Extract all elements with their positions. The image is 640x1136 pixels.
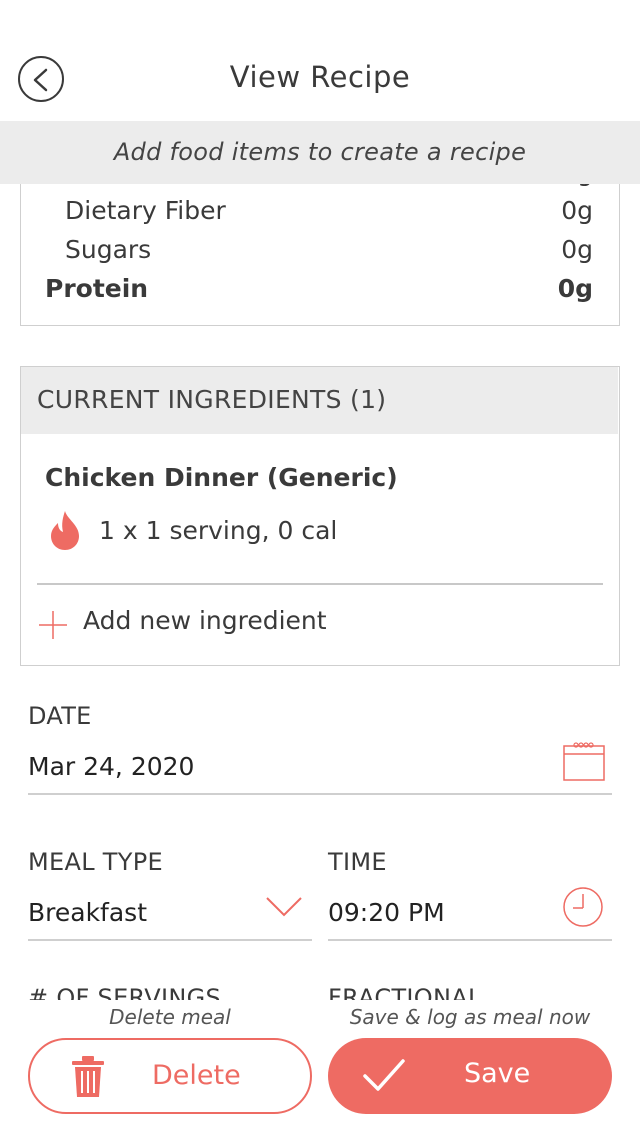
time-label: TIME [328,848,387,876]
nutrition-row-dietary-fiber: Dietary Fiber 0g [21,196,619,234]
delete-caption: Delete meal [109,1005,231,1029]
ingredient-name[interactable]: Chicken Dinner (Generic) [45,463,398,492]
flame-icon [51,511,79,550]
save-button-label: Save [464,1058,531,1089]
nutrition-value: 0g [561,235,593,264]
nutrition-label: Protein [45,274,149,303]
nutrition-row-protein: Protein 0g [21,274,619,312]
save-caption: Save & log as meal now [349,1005,591,1029]
date-field[interactable]: Mar 24, 2020 [28,752,194,781]
date-underline [28,793,612,795]
chevron-down-icon[interactable] [264,894,304,920]
ingredient-detail: 1 x 1 serving, 0 cal [99,516,338,545]
delete-button-label: Delete [152,1060,241,1091]
page-title: View Recipe [229,60,411,94]
date-label: DATE [28,702,92,730]
time-field[interactable]: 09:20 PM [328,898,445,927]
nutrition-row-clipped: 0g [21,184,619,196]
nutrition-value: 0g [561,184,593,187]
trash-icon [72,1056,104,1097]
checkmark-icon [363,1059,405,1091]
plus-icon[interactable] [37,609,69,641]
nutrition-value: 0g [561,196,593,225]
ingredients-header: CURRENT INGREDIENTS (1) [21,367,618,434]
time-underline [328,939,612,941]
meal-type-select[interactable]: Breakfast [28,898,147,927]
divider [37,583,603,585]
nutrition-facts-card: 0g Dietary Fiber 0g Sugars 0g Protein 0g [20,184,620,326]
nutrition-label: Sugars [65,235,152,264]
ingredients-header-label: CURRENT INGREDIENTS (1) [37,385,387,414]
calendar-icon[interactable] [562,740,606,782]
meal-type-label: MEAL TYPE [28,848,163,876]
add-ingredient-button[interactable]: Add new ingredient [83,606,327,635]
save-button[interactable]: Save [328,1038,612,1114]
info-banner: Add food items to create a recipe [0,121,640,184]
nutrition-row-sugars: Sugars 0g [21,235,619,273]
meal-type-underline [28,939,312,941]
nutrition-value: 0g [557,274,593,303]
ingredients-card: CURRENT INGREDIENTS (1) Chicken Dinner (… [20,366,620,666]
nutrition-label: Dietary Fiber [65,196,226,225]
clock-icon[interactable] [562,886,604,928]
delete-button[interactable]: Delete [28,1038,312,1114]
banner-text: Add food items to create a recipe [113,138,527,166]
